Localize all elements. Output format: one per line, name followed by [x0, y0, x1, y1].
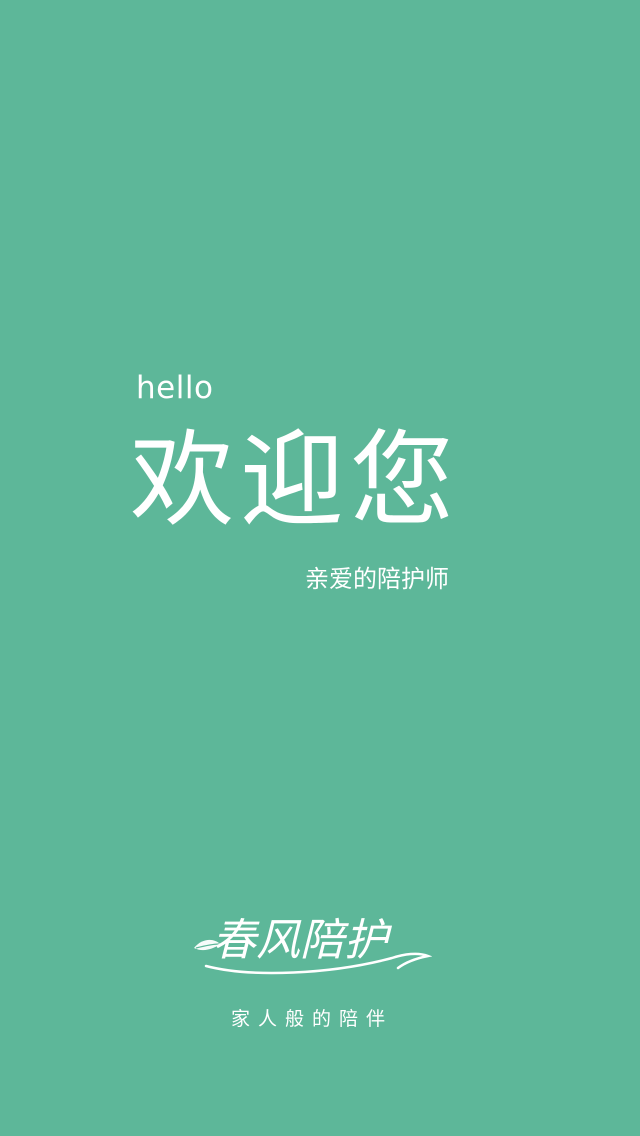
brand-logo: 春风陪护 [192, 900, 432, 986]
logo-wordmark: 春风陪护 [212, 915, 393, 966]
hello-text: hello [136, 370, 214, 406]
brand-slogan: 家人般的陪伴 [230, 1008, 393, 1030]
splash-screen: hello 欢迎您 亲爱的陪护师 春风陪护 家人般的陪伴 [0, 0, 640, 1136]
welcome-title: 欢迎您 [130, 419, 461, 541]
welcome-subtitle: 亲爱的陪护师 [305, 565, 449, 593]
